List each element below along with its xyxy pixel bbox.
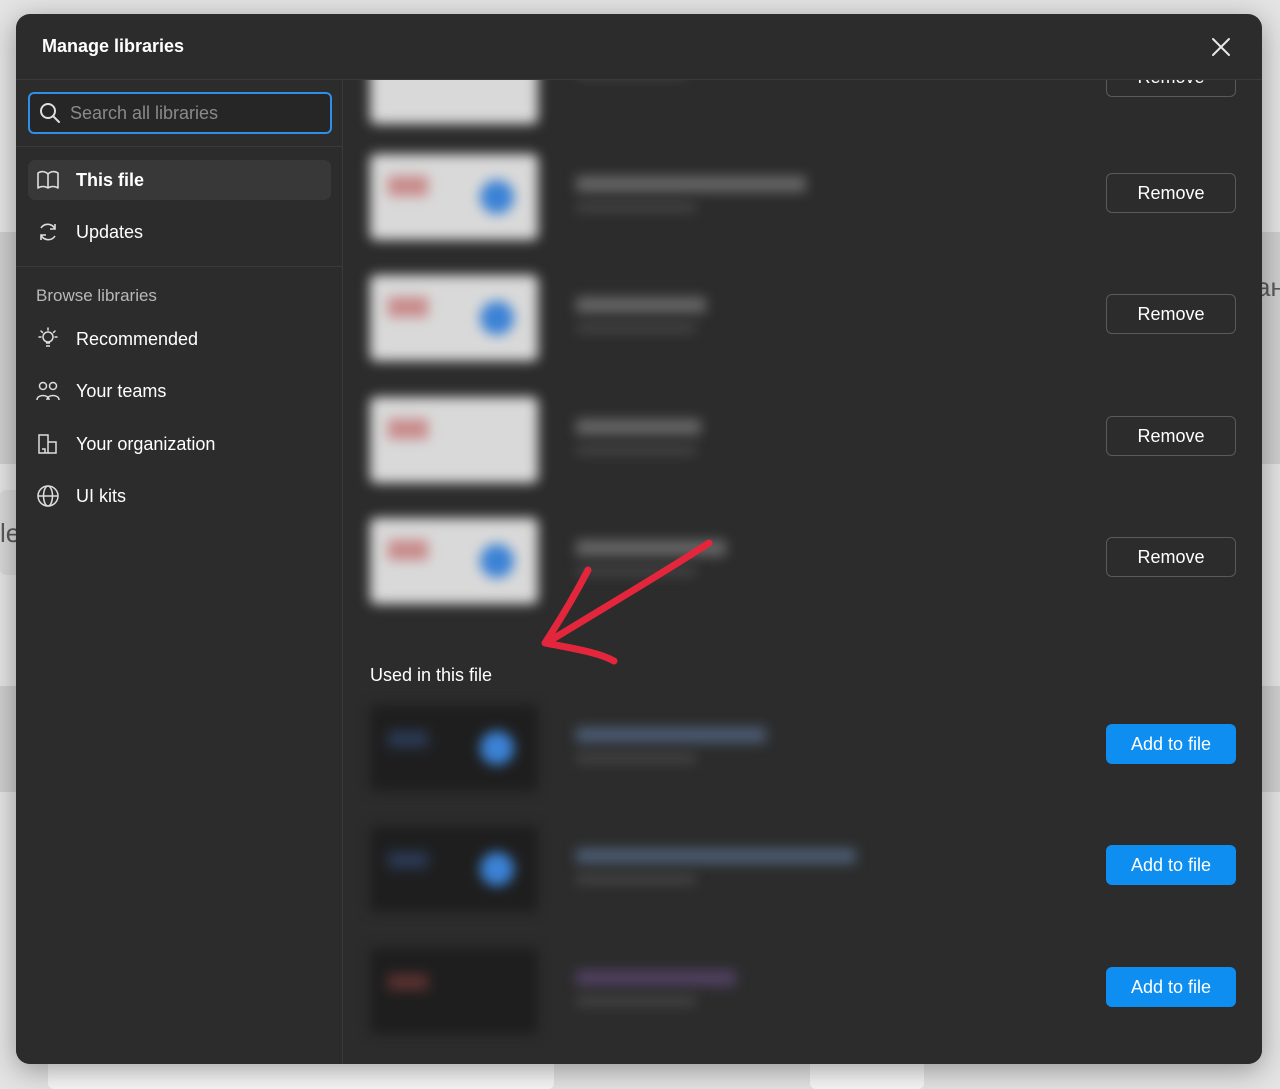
remove-button[interactable]: Remove — [1106, 416, 1236, 456]
library-name-blurred — [576, 176, 806, 192]
library-thumbnail — [370, 518, 538, 604]
library-row: Remove — [344, 136, 1262, 257]
nav-item-updates[interactable]: Updates — [28, 212, 331, 252]
library-row: Add to file — [344, 930, 1262, 1051]
dialog-header: Manage libraries — [16, 14, 1262, 80]
library-meta-blurred — [576, 874, 696, 884]
close-button[interactable] — [1206, 32, 1236, 62]
library-meta-blurred — [576, 323, 696, 333]
used-in-this-file-heading: Used in this file — [370, 665, 493, 685]
add-to-file-button[interactable]: Add to file — [1106, 724, 1236, 764]
library-thumbnail — [370, 80, 538, 124]
dialog-title: Manage libraries — [42, 36, 185, 56]
library-thumbnail — [370, 154, 538, 240]
nav-item-this-file[interactable]: This file — [28, 160, 331, 200]
nav-label: UI kits — [76, 485, 127, 506]
library-row: Remove — [344, 500, 1262, 621]
remove-button[interactable]: Remove — [1106, 173, 1236, 213]
library-row: Remove — [344, 80, 1262, 141]
nav-label: Your teams — [76, 380, 167, 401]
sidebar: This file Updates Browse libraries Recom… — [16, 80, 343, 1064]
globe-icon — [36, 484, 60, 508]
library-name-blurred — [576, 727, 766, 743]
library-row: Remove — [344, 257, 1262, 378]
lightbulb-icon — [36, 327, 60, 351]
add-to-file-button[interactable]: Add to file — [1106, 845, 1236, 885]
library-thumbnail — [370, 826, 538, 912]
nav-label: Your organization — [76, 433, 216, 454]
background-bottom-card — [48, 1060, 554, 1089]
library-meta-blurred — [576, 996, 696, 1006]
manage-libraries-dialog: Manage libraries This file Updates — [16, 14, 1262, 1064]
library-meta-blurred — [576, 445, 696, 455]
nav-item-your-organization[interactable]: Your organization — [28, 424, 331, 464]
building-icon — [36, 432, 60, 456]
book-icon — [36, 168, 60, 192]
library-thumbnail — [370, 705, 538, 791]
nav-item-recommended[interactable]: Recommended — [28, 319, 331, 359]
search-box[interactable] — [28, 92, 332, 134]
library-meta-blurred — [576, 566, 696, 576]
library-name-blurred — [576, 297, 706, 313]
library-list: Remove Remove Remove Remove Remove Used … — [344, 80, 1262, 1064]
close-icon — [1212, 38, 1230, 56]
divider — [16, 266, 343, 267]
library-thumbnail — [370, 275, 538, 361]
search-icon — [38, 101, 62, 125]
library-name-blurred — [576, 540, 726, 556]
nav-label: This file — [76, 169, 145, 190]
library-meta-blurred — [576, 202, 696, 212]
refresh-icon — [36, 220, 60, 244]
library-row: Remove — [344, 379, 1262, 500]
library-row: Add to file — [344, 808, 1262, 929]
browse-libraries-heading: Browse libraries — [36, 286, 157, 305]
library-meta-blurred — [576, 753, 696, 763]
nav-label: Updates — [76, 221, 144, 242]
background-bottom-card-right — [810, 1060, 924, 1089]
library-name-blurred — [576, 848, 856, 864]
nav-item-ui-kits[interactable]: UI kits — [28, 476, 331, 516]
remove-button[interactable]: Remove — [1106, 80, 1236, 97]
add-to-file-button[interactable]: Add to file — [1106, 967, 1236, 1007]
library-thumbnail — [370, 948, 538, 1034]
library-row: Add to file — [344, 687, 1262, 808]
remove-button[interactable]: Remove — [1106, 294, 1236, 334]
remove-button[interactable]: Remove — [1106, 537, 1236, 577]
nav-label: Recommended — [76, 328, 199, 349]
search-input[interactable] — [70, 102, 330, 124]
nav-item-your-teams[interactable]: Your teams — [28, 371, 331, 411]
library-name-blurred — [576, 419, 701, 435]
people-icon — [36, 379, 60, 403]
library-thumbnail — [370, 397, 538, 483]
divider — [16, 146, 343, 147]
library-name-blurred — [576, 970, 736, 986]
